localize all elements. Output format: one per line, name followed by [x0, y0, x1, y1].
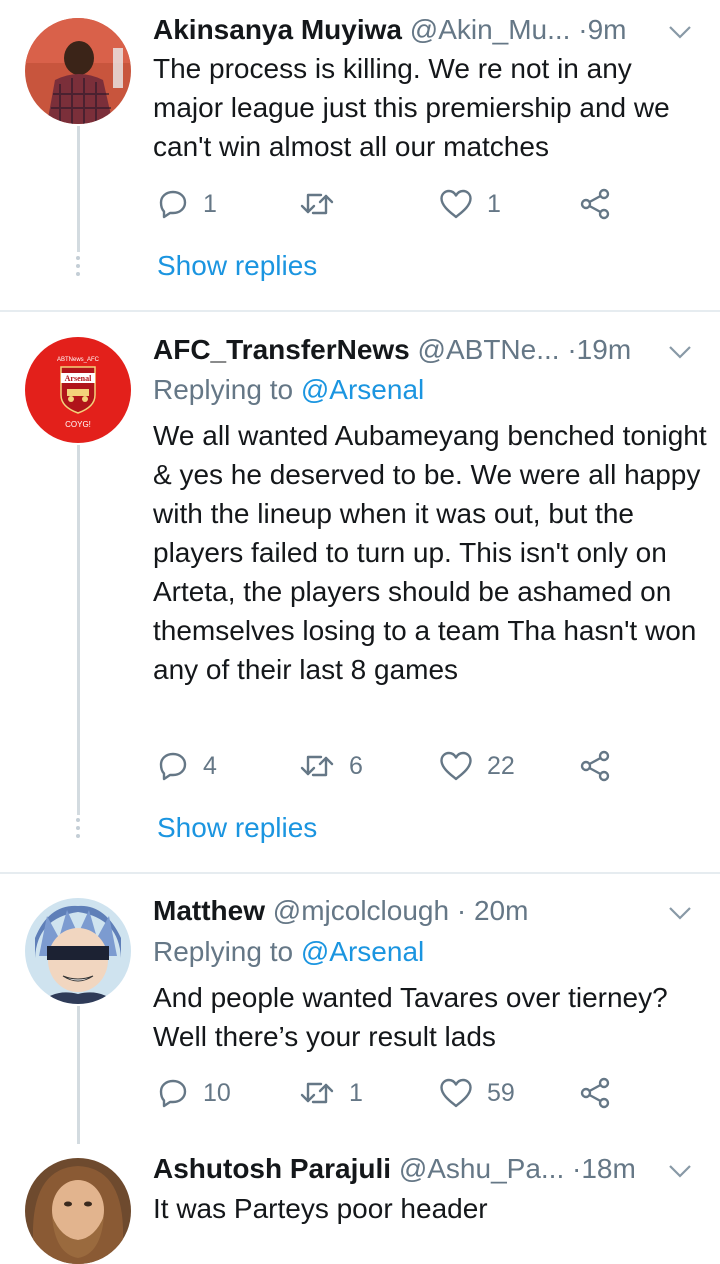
retweet-button[interactable]	[299, 184, 349, 224]
tweet-afc-transfernews[interactable]: ABTNews_AFC Arsenal COYG! AFC_TransferNe…	[0, 312, 720, 872]
tweet-header: Akinsanya Muyiwa @Akin_Mu... ·9m	[153, 12, 693, 48]
retweet-button[interactable]: 6	[299, 746, 363, 786]
show-replies-link[interactable]: Show replies	[157, 248, 317, 284]
retweet-count: 1	[349, 1078, 363, 1107]
thread-ellipsis	[76, 256, 81, 280]
avatar-top-text: ABTNews_AFC	[57, 357, 100, 363]
author-handle[interactable]: @mjcolclough	[273, 895, 449, 926]
timestamp[interactable]: 20m	[474, 895, 528, 926]
retweet-count: 6	[349, 751, 363, 780]
tweet-akinsanya[interactable]: Akinsanya Muyiwa @Akin_Mu... ·9m The pro…	[0, 0, 720, 310]
chevron-down-icon[interactable]	[666, 903, 694, 923]
tweet-text: The process is killing. We re not in any…	[153, 53, 670, 162]
tweet-header: Ashutosh Parajuli @Ashu_Pa... ·18m	[153, 1151, 693, 1187]
thread-ellipsis	[76, 818, 81, 842]
author-handle[interactable]: @Ashu_Pa...	[399, 1153, 564, 1184]
tweet-actions: 1 1	[153, 184, 623, 224]
avatar-ashutosh[interactable]	[25, 1158, 131, 1264]
replying-to: Replying to @Arsenal	[153, 934, 424, 970]
thread-line	[77, 126, 80, 252]
like-button[interactable]: 22	[439, 746, 515, 786]
reply-icon	[159, 190, 187, 219]
share-button[interactable]	[579, 184, 611, 224]
like-count: 1	[487, 189, 501, 218]
share-icon	[580, 750, 610, 782]
avatar-bottom-text: COYG!	[65, 420, 91, 429]
timestamp[interactable]: 18m	[581, 1153, 635, 1184]
avatar-akinsanya[interactable]	[25, 18, 131, 124]
separator-dot: ·	[456, 895, 467, 926]
heart-icon	[440, 751, 472, 781]
tweet-header: Matthew @mjcolclough · 20m	[153, 893, 693, 929]
heart-icon	[440, 1078, 472, 1108]
replying-to: Replying to @Arsenal	[153, 372, 424, 408]
like-count: 59	[487, 1078, 515, 1107]
author-handle[interactable]: @Akin_Mu...	[410, 14, 571, 45]
author-name[interactable]: Akinsanya Muyiwa	[153, 14, 402, 45]
timestamp[interactable]: 9m	[588, 14, 627, 45]
reply-icon	[159, 1079, 187, 1108]
tweet-actions: 4 6 22	[153, 746, 623, 786]
tweet-matthew[interactable]: Matthew @mjcolclough · 20m Replying to @…	[0, 874, 720, 1144]
share-icon	[580, 1077, 610, 1109]
chevron-down-icon[interactable]	[666, 22, 694, 42]
author-name[interactable]: Ashutosh Parajuli	[153, 1153, 391, 1184]
tweet-ashutosh[interactable]: Ashutosh Parajuli @Ashu_Pa... ·18m It wa…	[0, 1144, 720, 1264]
like-button[interactable]: 1	[439, 184, 501, 224]
reply-button[interactable]: 1	[157, 184, 217, 224]
like-button[interactable]: 59	[439, 1073, 515, 1113]
retweet-icon	[300, 755, 334, 777]
separator-dot: ·	[578, 14, 588, 45]
author-name[interactable]: Matthew	[153, 895, 265, 926]
tweet-text: And people wanted Tavares over tierney? …	[153, 982, 668, 1052]
heart-icon	[440, 189, 472, 219]
separator-dot: ·	[567, 334, 577, 365]
share-button[interactable]	[579, 746, 611, 786]
share-icon	[580, 188, 610, 220]
tweet-header: AFC_TransferNews @ABTNe... ·19m	[153, 332, 693, 368]
like-count: 22	[487, 751, 515, 780]
share-button[interactable]	[579, 1073, 611, 1113]
replying-label: Replying to	[153, 374, 301, 405]
show-replies-link[interactable]: Show replies	[157, 810, 317, 846]
author-handle[interactable]: @ABTNe...	[418, 334, 560, 365]
thread-line	[77, 445, 80, 815]
reply-button[interactable]: 4	[157, 746, 217, 786]
chevron-down-icon[interactable]	[666, 342, 694, 362]
mention-link[interactable]: @Arsenal	[301, 936, 424, 967]
thread-line	[77, 1006, 80, 1144]
retweet-icon	[300, 193, 334, 215]
mention-link[interactable]: @Arsenal	[301, 374, 424, 405]
reply-button[interactable]: 10	[157, 1073, 231, 1113]
reply-count: 10	[203, 1078, 231, 1107]
retweet-icon	[300, 1082, 334, 1104]
separator-dot: ·	[572, 1153, 582, 1184]
tweet-text: It was Parteys poor header	[153, 1193, 488, 1224]
chevron-down-icon[interactable]	[666, 1161, 694, 1181]
tweet-text: We all wanted Aubameyang benched tonight…	[153, 420, 707, 685]
avatar-matthew[interactable]	[25, 898, 131, 1004]
tweet-actions: 10 1 59	[153, 1073, 623, 1113]
replying-label: Replying to	[153, 936, 301, 967]
author-name[interactable]: AFC_TransferNews	[153, 334, 410, 365]
reply-icon	[159, 752, 187, 781]
avatar-afc-transfernews[interactable]: ABTNews_AFC Arsenal COYG!	[25, 337, 131, 443]
avatar-crest-text: Arsenal	[65, 374, 92, 383]
reply-count: 1	[203, 189, 217, 218]
reply-count: 4	[203, 751, 217, 780]
timestamp[interactable]: 19m	[577, 334, 631, 365]
retweet-button[interactable]: 1	[299, 1073, 363, 1113]
